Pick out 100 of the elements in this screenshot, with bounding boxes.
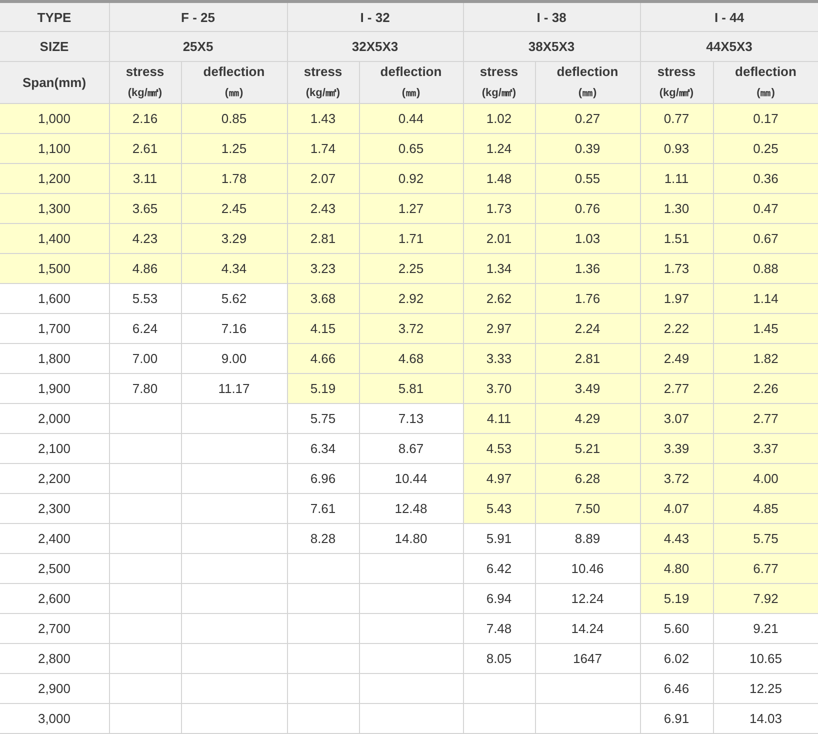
table-cell: 2.25 — [359, 254, 463, 284]
header-cell: TYPE — [0, 2, 109, 32]
table-cell: 1.73 — [463, 194, 535, 224]
table-cell: 1.74 — [287, 134, 359, 164]
table-cell: 4.29 — [535, 404, 640, 434]
table-cell: 14.24 — [535, 614, 640, 644]
table-cell: 3.23 — [287, 254, 359, 284]
header-cell: deflection (㎜) — [535, 62, 640, 104]
table-cell: 3.72 — [359, 314, 463, 344]
table-cell: 2.62 — [463, 284, 535, 314]
table-cell: 1,000 — [0, 104, 109, 134]
header-cell: deflection (㎜) — [713, 62, 818, 104]
table-cell: 0.55 — [535, 164, 640, 194]
table-cell: 1.11 — [640, 164, 713, 194]
table-cell: 0.92 — [359, 164, 463, 194]
table-cell: 6.34 — [287, 434, 359, 464]
table-cell: 7.00 — [109, 344, 181, 374]
table-cell: 2,600 — [0, 584, 109, 614]
table-cell: 1.03 — [535, 224, 640, 254]
table-cell: 7.13 — [359, 404, 463, 434]
table-cell: 1.27 — [359, 194, 463, 224]
header-cell: SIZE — [0, 32, 109, 62]
table-cell: 0.36 — [713, 164, 818, 194]
table-cell: 10.44 — [359, 464, 463, 494]
table-cell: 12.24 — [535, 584, 640, 614]
table-cell: 1,800 — [0, 344, 109, 374]
table-cell: 3.49 — [535, 374, 640, 404]
header-cell: stress (kg/㎟) — [640, 62, 713, 104]
table-cell: 2.97 — [463, 314, 535, 344]
table-cell: 2.49 — [640, 344, 713, 374]
table-cell: 6.46 — [640, 674, 713, 704]
table-cell: 1.76 — [535, 284, 640, 314]
table-cell: 1.34 — [463, 254, 535, 284]
table-cell: 7.16 — [181, 314, 287, 344]
table-cell: 2,800 — [0, 644, 109, 674]
header-cell: 25X5 — [109, 32, 287, 62]
table-cell: 4.34 — [181, 254, 287, 284]
table-cell: 10.46 — [535, 554, 640, 584]
table-cell: 4.97 — [463, 464, 535, 494]
table-cell: 0.77 — [640, 104, 713, 134]
table-cell: 6.42 — [463, 554, 535, 584]
table-cell: 2.43 — [287, 194, 359, 224]
table-cell: 2,200 — [0, 464, 109, 494]
table-cell: 1,600 — [0, 284, 109, 314]
table-cell: 2.01 — [463, 224, 535, 254]
table-cell: 7.48 — [463, 614, 535, 644]
table-cell: 1.30 — [640, 194, 713, 224]
table-cell: 5.91 — [463, 524, 535, 554]
table-cell: 2.81 — [287, 224, 359, 254]
table-cell: 6.28 — [535, 464, 640, 494]
table-cell: 8.67 — [359, 434, 463, 464]
table-cell: 7.50 — [535, 494, 640, 524]
table-cell: 1.45 — [713, 314, 818, 344]
table-cell: 4.66 — [287, 344, 359, 374]
table-cell: 2.22 — [640, 314, 713, 344]
table-cell: 8.89 — [535, 524, 640, 554]
table-cell: 2,500 — [0, 554, 109, 584]
table-cell: 1647 — [535, 644, 640, 674]
table-cell: 7.92 — [713, 584, 818, 614]
table-cell: 2.77 — [713, 404, 818, 434]
table-cell: 6.24 — [109, 314, 181, 344]
header-cell: stress (kg/㎟) — [287, 62, 359, 104]
table-cell: 2.26 — [713, 374, 818, 404]
table-cell: 6.02 — [640, 644, 713, 674]
table-cell: 1.25 — [181, 134, 287, 164]
header-cell: I - 38 — [463, 2, 640, 32]
table-cell: 1.48 — [463, 164, 535, 194]
table-cell: 0.17 — [713, 104, 818, 134]
header-cell: I - 44 — [640, 2, 818, 32]
table-cell: 5.62 — [181, 284, 287, 314]
header-cell: F - 25 — [109, 2, 287, 32]
table-cell: 12.48 — [359, 494, 463, 524]
table-cell: 5.60 — [640, 614, 713, 644]
table-cell: 2.07 — [287, 164, 359, 194]
table-cell: 0.76 — [535, 194, 640, 224]
table-cell: 14.80 — [359, 524, 463, 554]
table-cell: 2,300 — [0, 494, 109, 524]
table-cell: 3.72 — [640, 464, 713, 494]
table-cell: 5.75 — [287, 404, 359, 434]
table-cell: 0.44 — [359, 104, 463, 134]
table-cell: 0.67 — [713, 224, 818, 254]
table-cell: 1.82 — [713, 344, 818, 374]
header-cell: 32X5X3 — [287, 32, 463, 62]
table-cell: 1,200 — [0, 164, 109, 194]
table-cell: 1.43 — [287, 104, 359, 134]
table-cell: 5.81 — [359, 374, 463, 404]
table-cell: 2,900 — [0, 674, 109, 704]
table-cell: 3.29 — [181, 224, 287, 254]
table-cell: 5.21 — [535, 434, 640, 464]
table-cell: 3,000 — [0, 704, 109, 734]
table-cell: 7.61 — [287, 494, 359, 524]
table-cell: 1,400 — [0, 224, 109, 254]
table-cell: 3.39 — [640, 434, 713, 464]
table-cell: 3.70 — [463, 374, 535, 404]
table-cell: 3.11 — [109, 164, 181, 194]
table-cell: 4.43 — [640, 524, 713, 554]
header-cell: stress (kg/㎟) — [109, 62, 181, 104]
table-cell: 11.17 — [181, 374, 287, 404]
table-cell: 2.81 — [535, 344, 640, 374]
table-cell: 2.45 — [181, 194, 287, 224]
